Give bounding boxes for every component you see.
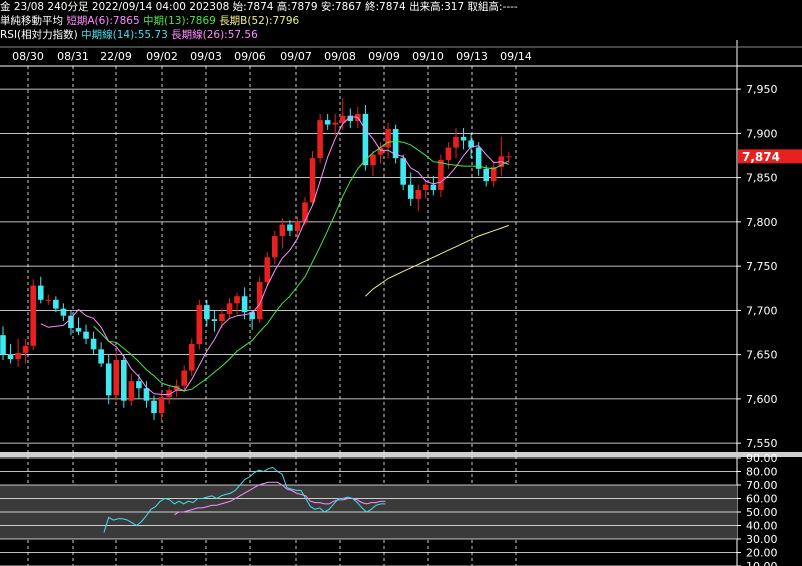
candle-body — [113, 359, 120, 396]
candle-body — [151, 400, 157, 414]
candle-body — [60, 308, 67, 316]
candle-body — [37, 285, 44, 300]
candle-body — [211, 319, 218, 322]
date-label: 09/10 — [412, 50, 444, 63]
price-tick-label: 7,850 — [746, 172, 778, 185]
candle-body — [279, 224, 286, 237]
rsi-tick-label: 20.00 — [746, 547, 778, 560]
candle-body — [423, 184, 429, 191]
rsi-tick-label: 50.00 — [746, 506, 778, 519]
candle-body — [158, 397, 165, 414]
candle-body — [7, 354, 14, 360]
date-label: 09/13 — [456, 50, 488, 63]
candle-body — [136, 381, 142, 389]
price-tick-label: 7,950 — [746, 83, 778, 96]
date-label: 22/09 — [100, 50, 132, 63]
date-label: 09/09 — [368, 50, 400, 63]
candle-body — [128, 381, 135, 401]
candle-body — [385, 128, 391, 148]
price-chart[interactable]: 08/30 08/31 22/09 09/02 09/03 09/06 09/07 09/08… — [0, 0, 802, 566]
date-label: 09/08 — [324, 50, 356, 63]
date-label: 09/03 — [190, 50, 222, 63]
price-tick-label: 7,600 — [746, 393, 778, 406]
candle-body — [294, 221, 301, 231]
price-tick-label: 7,750 — [746, 260, 778, 273]
candle-body — [302, 202, 308, 222]
candle-body — [98, 349, 104, 364]
candle-body — [407, 184, 414, 199]
candle-body — [445, 147, 452, 160]
panel-separator — [0, 452, 802, 457]
candle-body — [45, 299, 52, 301]
candle-body — [22, 345, 29, 353]
date-label: 09/07 — [280, 50, 312, 63]
candle-body — [121, 359, 127, 401]
rsi-tick-label: 10.00 — [746, 560, 778, 566]
candle-body — [90, 338, 97, 350]
candle-body — [219, 313, 225, 322]
candle-body — [317, 120, 323, 159]
current-price-label: 7,874 — [742, 150, 780, 164]
date-label: 08/31 — [57, 50, 89, 63]
candle-body — [309, 158, 316, 203]
candle-body — [226, 303, 233, 314]
date-label: 09/06 — [234, 50, 266, 63]
candle-body — [460, 136, 467, 141]
price-tick-label: 7,650 — [746, 349, 778, 362]
date-label: 09/14 — [500, 50, 532, 63]
current-price-tag: 7,874 — [738, 149, 802, 164]
date-label: 09/02 — [146, 50, 178, 63]
ma-long-line — [365, 224, 509, 297]
candle-body — [438, 159, 444, 191]
candle-body — [196, 305, 203, 345]
rsi-tick-label: 70.00 — [746, 479, 778, 492]
candle-body — [30, 285, 36, 346]
candle-body — [430, 184, 437, 191]
candle-body — [105, 363, 112, 396]
price-axis: 7,550 7,600 7,650 7,700 7,750 7,800 7,850 7,900… — [737, 83, 778, 450]
candle-body — [272, 236, 278, 258]
rsi-tick-label: 60.00 — [746, 493, 778, 506]
candle-body — [370, 154, 376, 166]
price-tick-label: 7,800 — [746, 216, 778, 229]
candle-body — [453, 136, 459, 148]
rsi-tick-label: 40.00 — [746, 520, 778, 533]
candle-body — [400, 158, 406, 185]
candle-body — [241, 296, 248, 313]
candle-body — [0, 335, 6, 355]
candle-body — [143, 388, 150, 401]
candle-body — [75, 328, 82, 332]
candle-body — [68, 315, 74, 329]
price-tick-label: 7,550 — [746, 437, 778, 450]
candle-body — [181, 370, 187, 386]
candle-body — [264, 257, 271, 283]
rsi-tick-label: 90.00 — [746, 452, 778, 465]
candlestick-series[interactable] — [0, 97, 512, 421]
candle-body — [415, 190, 422, 199]
candle-body — [83, 331, 89, 339]
candle-body — [506, 156, 512, 158]
rsi-panel: 90.0080.0070.0060.0050.0040.0030.0020.00… — [0, 452, 778, 566]
candle-body — [324, 120, 331, 125]
candle-body — [15, 352, 21, 360]
candle-body — [287, 224, 293, 231]
rsi-tick-label: 30.00 — [746, 533, 778, 546]
candle-body — [332, 122, 338, 125]
candle-body — [475, 147, 482, 169]
rsi-tick-label: 80.00 — [746, 466, 778, 479]
candle-body — [188, 344, 195, 371]
date-axis: 08/30 08/31 22/09 09/02 09/03 09/06 09/07 09/08… — [12, 50, 532, 63]
candle-body — [483, 168, 489, 182]
price-tick-label: 7,900 — [746, 127, 778, 140]
price-tick-label: 7,700 — [746, 304, 778, 317]
candle-body — [53, 299, 59, 309]
date-label: 08/30 — [12, 50, 44, 63]
candle-body — [204, 305, 210, 320]
candle-body — [234, 296, 240, 304]
